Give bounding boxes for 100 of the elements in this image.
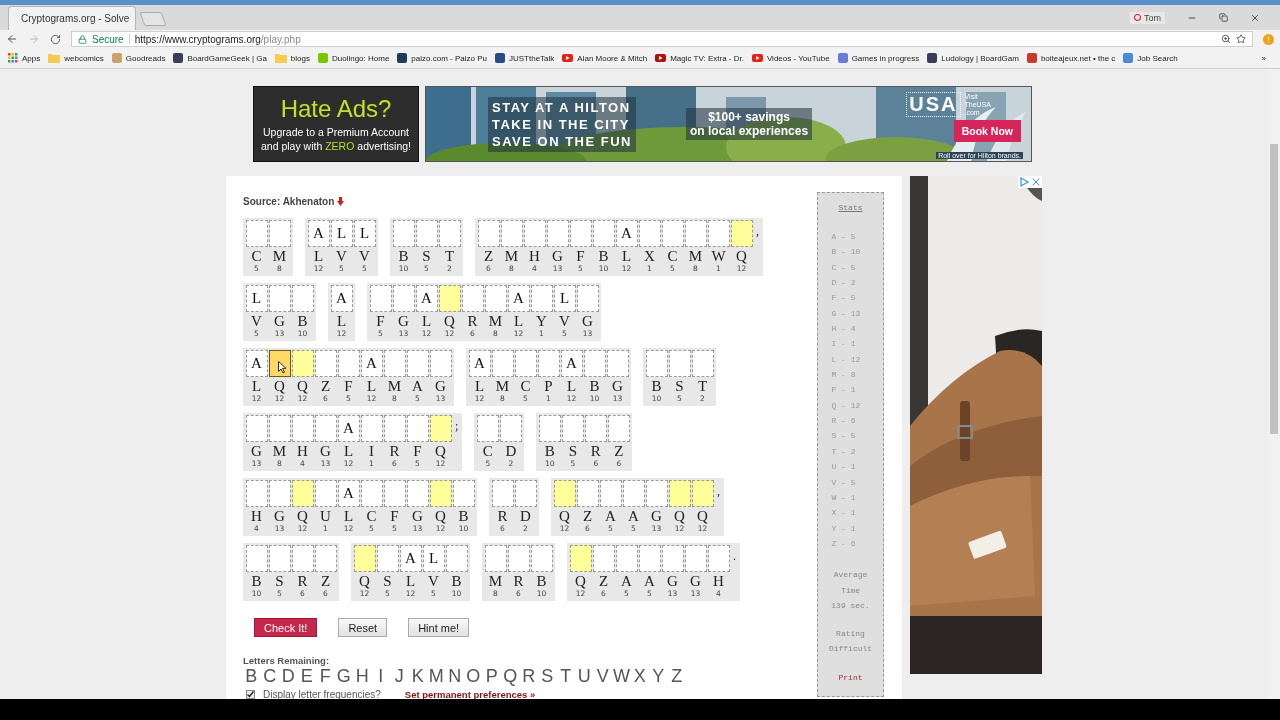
letter-field[interactable]: [291, 415, 314, 442]
letter-field[interactable]: [638, 220, 661, 247]
bookmark-link[interactable]: Apps: [22, 53, 41, 63]
bookmark-link[interactable]: JUSTtheTalk: [508, 53, 555, 63]
letter-field[interactable]: L: [245, 285, 268, 312]
bookmark-link[interactable]: paizo.com - Paizo Pu: [411, 53, 487, 63]
letter-field[interactable]: [530, 545, 553, 572]
letter-field[interactable]: [691, 350, 714, 377]
letter-field[interactable]: [369, 285, 392, 312]
letter-field[interactable]: [499, 415, 522, 442]
letter-field[interactable]: [546, 220, 569, 247]
bookmark-link[interactable]: Goodreads: [125, 53, 166, 63]
letter-field[interactable]: L: [422, 545, 445, 572]
letter-field[interactable]: A: [337, 480, 360, 507]
letter-field[interactable]: A: [245, 350, 268, 377]
letter-field[interactable]: [576, 285, 599, 312]
letter-field[interactable]: [668, 480, 691, 507]
new-tab-button[interactable]: [139, 12, 167, 26]
letter-field[interactable]: [452, 480, 475, 507]
letter-field[interactable]: [615, 545, 638, 572]
letter-field[interactable]: [645, 480, 668, 507]
letter-field[interactable]: [291, 545, 314, 572]
down-arrow-icon[interactable]: [337, 196, 345, 206]
alert-icon[interactable]: [1263, 33, 1274, 45]
action-button[interactable]: Hint me!: [408, 618, 470, 637]
letter-field[interactable]: [383, 480, 406, 507]
letter-field[interactable]: [268, 220, 291, 247]
letter-field[interactable]: [514, 350, 537, 377]
letter-field[interactable]: [569, 545, 592, 572]
letter-field[interactable]: [484, 285, 507, 312]
letter-field[interactable]: [445, 545, 468, 572]
print-link[interactable]: Print: [838, 669, 863, 686]
letter-field[interactable]: [684, 545, 707, 572]
letter-field[interactable]: [530, 285, 553, 312]
letter-field[interactable]: [730, 220, 753, 247]
letter-field[interactable]: [406, 415, 429, 442]
bookmark-link[interactable]: Ludology | BoardGam: [941, 53, 1019, 63]
letter-field[interactable]: [376, 545, 399, 572]
letter-field[interactable]: A: [507, 285, 530, 312]
letter-field[interactable]: [592, 545, 615, 572]
restore-icon[interactable]: [1219, 13, 1228, 22]
letter-field[interactable]: [576, 480, 599, 507]
bookmark-link[interactable]: Magic TV: Extra - Dr.: [670, 53, 744, 63]
letter-field[interactable]: A: [560, 350, 583, 377]
bookmark-link[interactable]: boiteajeux.net • the c: [1040, 53, 1116, 63]
letter-field[interactable]: [314, 480, 337, 507]
letter-field[interactable]: [268, 350, 291, 377]
letter-field[interactable]: [438, 220, 461, 247]
letter-field[interactable]: [438, 285, 461, 312]
letter-field[interactable]: [592, 220, 615, 247]
letter-field[interactable]: A: [307, 220, 330, 247]
browser-tab[interactable]: Cryptograms.org - Solve: [8, 6, 136, 30]
letter-field[interactable]: A: [468, 350, 491, 377]
letter-field[interactable]: [523, 220, 546, 247]
letter-field[interactable]: [314, 350, 337, 377]
letter-field[interactable]: [684, 220, 707, 247]
star-icon[interactable]: [1236, 34, 1246, 44]
close-icon[interactable]: [1030, 176, 1042, 188]
letter-field[interactable]: [606, 350, 629, 377]
letter-field[interactable]: [268, 545, 291, 572]
letter-field[interactable]: [477, 220, 500, 247]
letter-field[interactable]: A: [615, 220, 638, 247]
letter-field[interactable]: [268, 285, 291, 312]
letter-field[interactable]: [491, 480, 514, 507]
letter-field[interactable]: [392, 220, 415, 247]
letter-field[interactable]: [429, 480, 452, 507]
letter-field[interactable]: [707, 220, 730, 247]
letter-field[interactable]: [500, 220, 523, 247]
letter-field[interactable]: A: [399, 545, 422, 572]
letter-field[interactable]: [314, 415, 337, 442]
letter-field[interactable]: [507, 545, 530, 572]
profile-button[interactable]: Tom: [1130, 11, 1165, 24]
ad-choices-icon[interactable]: [1018, 176, 1030, 188]
letter-field[interactable]: [406, 480, 429, 507]
bookmark-link[interactable]: Videos - YouTube: [766, 53, 830, 63]
close-icon[interactable]: [1250, 12, 1260, 23]
letter-field[interactable]: [583, 350, 606, 377]
letter-field[interactable]: [661, 220, 684, 247]
letter-field[interactable]: [360, 480, 383, 507]
letter-field[interactable]: [514, 480, 537, 507]
letter-field[interactable]: [691, 480, 714, 507]
letter-field[interactable]: [491, 350, 514, 377]
letter-field[interactable]: [584, 415, 607, 442]
letter-field[interactable]: [383, 350, 406, 377]
letter-field[interactable]: [314, 545, 337, 572]
letter-field[interactable]: [406, 350, 429, 377]
letter-field[interactable]: [353, 545, 376, 572]
premium-ad[interactable]: Hate Ads? Upgrade to a Premium Account and play with ZERO advertising!: [253, 86, 419, 162]
letter-field[interactable]: [599, 480, 622, 507]
letter-field[interactable]: [429, 415, 452, 442]
letter-field[interactable]: [537, 350, 560, 377]
action-button[interactable]: Reset: [338, 618, 388, 637]
letter-field[interactable]: [429, 350, 452, 377]
more-bookmarks[interactable]: »: [1261, 53, 1266, 63]
letter-field[interactable]: [245, 415, 268, 442]
letter-field[interactable]: [291, 350, 314, 377]
letter-field[interactable]: A: [415, 285, 438, 312]
letter-field[interactable]: [415, 220, 438, 247]
bookmark-link[interactable]: Games in progress: [851, 53, 920, 63]
back-icon[interactable]: [6, 33, 18, 45]
